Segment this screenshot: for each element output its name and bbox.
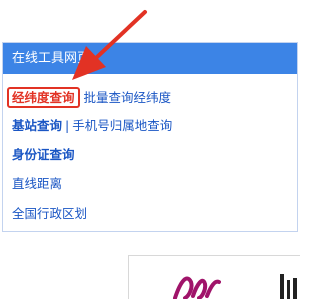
row-coordinates: 经纬度查询 批量查询经纬度 [7, 87, 172, 108]
row-distance: 直线距离 [12, 174, 62, 194]
phone-location-link[interactable]: 手机号归属地查询 [72, 118, 172, 133]
magenta-script-logo [173, 276, 221, 299]
panel-title: 在线工具网页 [3, 43, 297, 74]
coordinates-query-link[interactable]: 经纬度查询 [12, 90, 75, 105]
separator: | [65, 118, 70, 133]
online-tools-panel: 在线工具网页 经纬度查询 批量查询经纬度 基站查询 | 手机号归属地查询 身份证查询… [2, 42, 298, 232]
row-division: 全国行政区划 [12, 204, 87, 224]
id-card-link[interactable]: 身份证查询 [12, 147, 75, 162]
base-station-link[interactable]: 基站查询 [12, 118, 62, 133]
distance-link[interactable]: 直线距离 [12, 176, 62, 191]
ad-banner[interactable] [128, 255, 300, 299]
highlighted-box: 经纬度查询 [7, 87, 80, 108]
row-id-card: 身份证查询 [12, 145, 75, 165]
batch-coordinates-link[interactable]: 批量查询经纬度 [84, 90, 172, 105]
dark-bars-icon [280, 274, 297, 299]
row-base-station: 基站查询 | 手机号归属地查询 [12, 116, 172, 136]
admin-division-link[interactable]: 全国行政区划 [12, 206, 87, 221]
